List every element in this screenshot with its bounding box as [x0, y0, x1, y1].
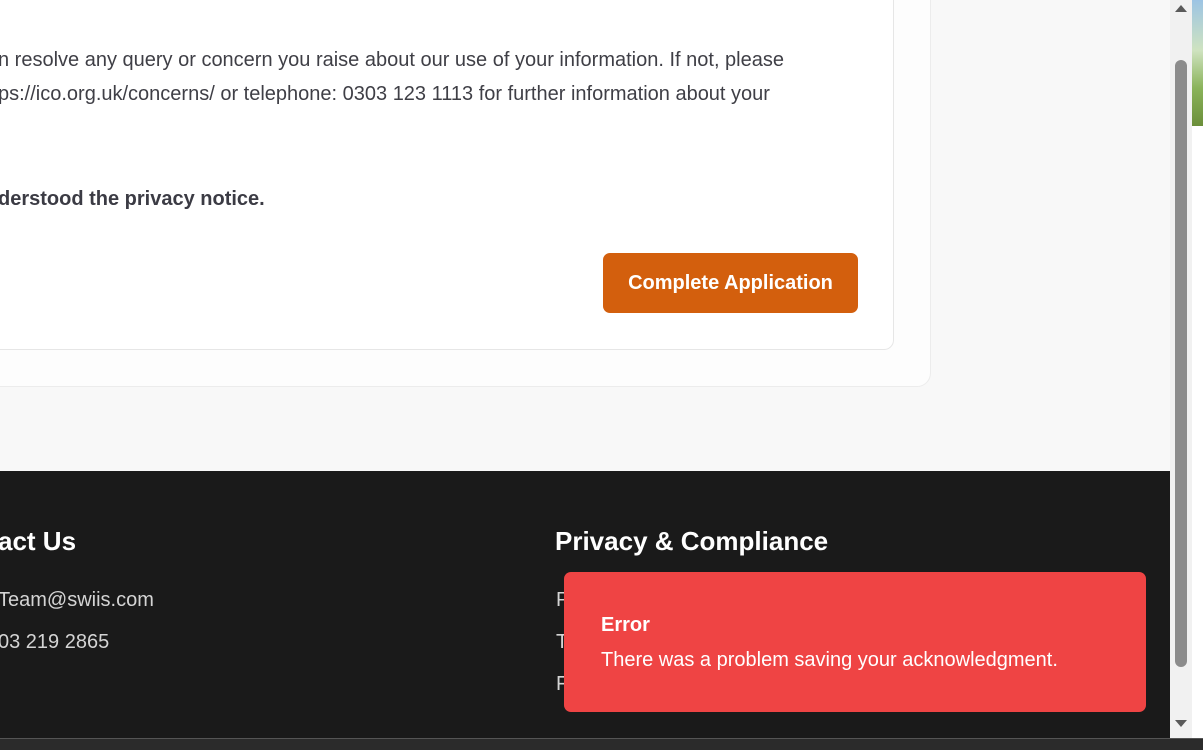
privacy-compliance-heading: Privacy & Compliance	[555, 526, 829, 556]
contact-us-heading: act Us	[0, 526, 77, 556]
contact-email-link[interactable]: Team@swiis.com	[0, 589, 154, 612]
privacy-paragraph-line: n resolve any query or concern you raise…	[0, 49, 784, 71]
scrollbar-thumb[interactable]	[1175, 60, 1187, 667]
acknowledgment-text: derstood the privacy notice.	[0, 188, 265, 210]
page-viewport: n resolve any query or concern you raise…	[0, 0, 1170, 738]
scroll-down-icon[interactable]	[1175, 720, 1187, 727]
toast-title: Error	[601, 614, 650, 636]
side-panel-strip	[1192, 126, 1203, 738]
privacy-paragraph-line: ps://ico.org.uk/concerns/ or telephone: …	[0, 83, 770, 105]
vertical-scrollbar[interactable]	[1170, 0, 1192, 738]
error-toast[interactable]: Error There was a problem saving your ac…	[564, 572, 1146, 712]
side-image-fragment	[1192, 0, 1203, 126]
bottom-window-edge	[0, 738, 1203, 750]
scroll-up-icon[interactable]	[1175, 5, 1187, 12]
complete-application-button[interactable]: Complete Application	[603, 253, 858, 313]
contact-phone-link[interactable]: 03 219 2865	[0, 631, 109, 654]
toast-message: There was a problem saving your acknowle…	[601, 649, 1058, 671]
